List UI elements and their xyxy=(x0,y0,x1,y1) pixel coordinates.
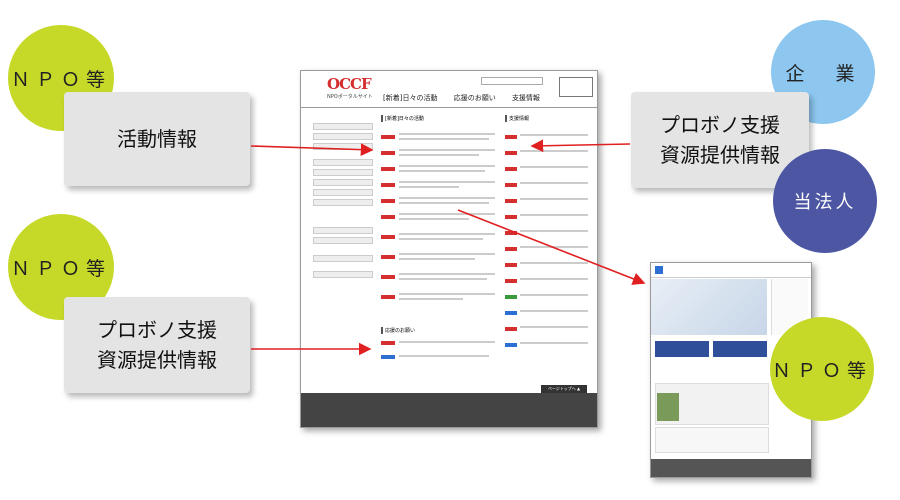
arrow-to-corporation-site xyxy=(457,209,646,285)
arrow-probono-right xyxy=(530,139,631,153)
arrow-activity xyxy=(250,143,374,157)
arrows-layer xyxy=(250,139,646,356)
